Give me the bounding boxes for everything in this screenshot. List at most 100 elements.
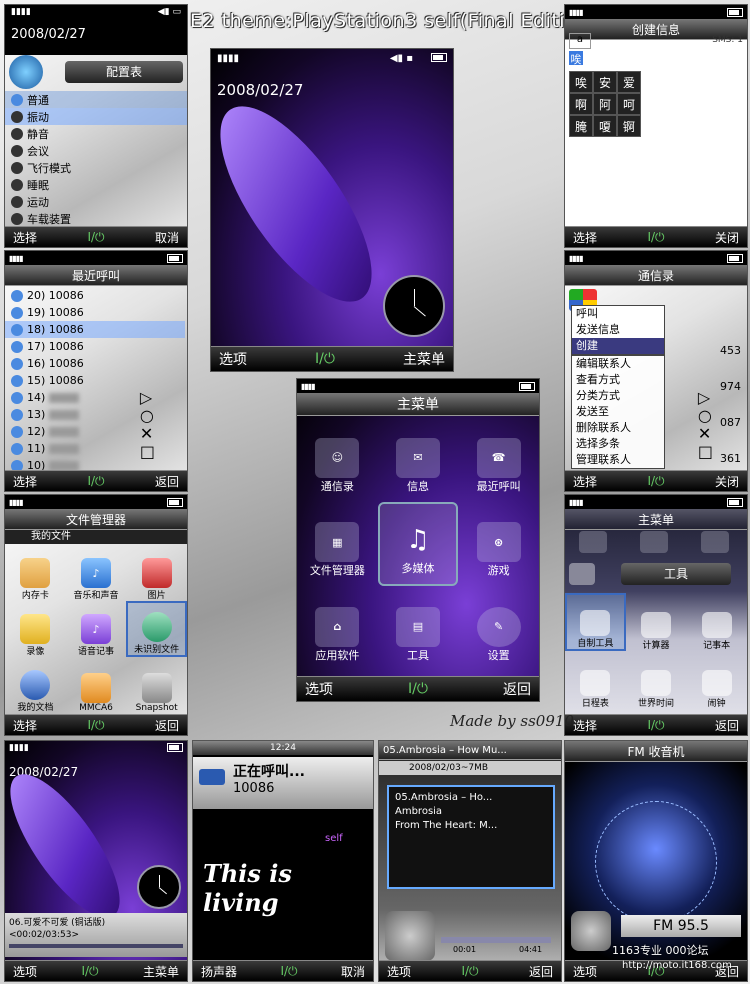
tool-item[interactable]: 日程表 (565, 651, 626, 709)
menu-item[interactable]: 删除联系人 (572, 420, 664, 436)
call-row[interactable]: 17) 10086 (5, 338, 185, 355)
call-row[interactable]: 16) 10086 (5, 355, 185, 372)
playback-progress[interactable] (441, 937, 551, 943)
call-row[interactable]: 12) (5, 423, 185, 440)
back-softkey[interactable]: 返回 (155, 717, 179, 734)
call-row[interactable]: 14) (5, 389, 185, 406)
options-softkey[interactable]: 选项 (219, 349, 247, 369)
menu-item-recent-calls[interactable]: ☎ 最近呼叫 (458, 417, 539, 502)
menu-item-apps[interactable]: ⌂ 应用软件 (297, 586, 378, 671)
menu-item-multimedia[interactable]: ♫ 多媒体 (377, 501, 459, 587)
select-softkey[interactable]: 选择 (13, 229, 37, 246)
tool-item[interactable]: 自制工具 (565, 593, 626, 651)
profile-item[interactable]: 会议 (5, 142, 187, 159)
candidate-key[interactable]: 呵 (617, 93, 641, 115)
menu-item[interactable]: 编辑联系人 (572, 356, 664, 372)
profile-item[interactable]: 睡眠 (5, 176, 187, 193)
options-softkey[interactable]: 选项 (13, 963, 37, 980)
file-item[interactable]: 图片 (126, 545, 187, 601)
tool-item[interactable]: 计算器 (626, 593, 687, 651)
candidate-key[interactable]: 爱 (617, 71, 641, 93)
center-softkey[interactable]: I/⏻ (81, 964, 98, 979)
back-softkey[interactable]: 返回 (715, 717, 739, 734)
dpad-icon[interactable] (571, 911, 611, 951)
options-softkey[interactable]: 选项 (573, 963, 597, 980)
profile-item[interactable]: 飞行模式 (5, 159, 187, 176)
call-row[interactable]: 19) 10086 (5, 304, 185, 321)
menu-item[interactable]: 发送至 (572, 404, 664, 420)
back-softkey[interactable]: 返回 (155, 473, 179, 490)
dpad-icon[interactable] (385, 911, 435, 961)
menu-item[interactable]: 分类方式 (572, 388, 664, 404)
close-softkey[interactable]: 关闭 (715, 229, 739, 246)
candidate-key[interactable]: 唉 (569, 71, 593, 93)
candidate-key[interactable]: 嗄 (593, 115, 617, 137)
file-item[interactable]: MMCA6 (66, 657, 127, 713)
options-softkey[interactable]: 选项 (387, 963, 411, 980)
candidate-key[interactable]: 啊 (569, 93, 593, 115)
center-softkey[interactable]: I/⏻ (408, 681, 428, 697)
candidate-key[interactable]: 腌 (569, 115, 593, 137)
center-softkey[interactable]: I/⏻ (647, 474, 664, 489)
menu-item-tools[interactable]: ▤ 工具 (378, 586, 459, 671)
candidate-key[interactable]: 阿 (593, 93, 617, 115)
center-softkey[interactable]: I/⏻ (87, 230, 104, 245)
main-menu-softkey[interactable]: 主菜单 (143, 963, 179, 980)
menu-item[interactable]: 查看方式 (572, 372, 664, 388)
center-softkey[interactable]: I/⏻ (280, 964, 297, 979)
center-softkey[interactable]: I/⏻ (315, 351, 335, 367)
main-menu-softkey[interactable]: 主菜单 (403, 349, 445, 369)
profile-item[interactable]: 普通 (5, 91, 187, 108)
center-softkey[interactable]: I/⏻ (647, 718, 664, 733)
select-softkey[interactable]: 选择 (13, 473, 37, 490)
file-item[interactable]: 我的文档 (5, 657, 66, 713)
menu-item-games[interactable]: ⊛ 游戏 (458, 502, 539, 587)
center-softkey[interactable]: I/⏻ (647, 230, 664, 245)
menu-item[interactable]: 发送信息 (572, 322, 664, 338)
menu-item[interactable]: 管理联系人 (572, 452, 664, 468)
call-row[interactable]: 13) (5, 406, 185, 423)
menu-item-contacts[interactable]: ☺ 通信录 (297, 417, 378, 502)
call-row[interactable]: 18) 10086 (5, 321, 185, 338)
call-row[interactable]: 20) 10086 (5, 287, 185, 304)
file-item[interactable]: ♪ 语音记事 (66, 601, 127, 657)
center-softkey[interactable]: I/⏻ (461, 964, 478, 979)
cancel-softkey[interactable]: 取消 (155, 229, 179, 246)
back-softkey[interactable]: 返回 (529, 963, 553, 980)
profile-item[interactable]: 振动 (5, 108, 187, 125)
select-softkey[interactable]: 选择 (13, 717, 37, 734)
file-item[interactable]: ♪ 音乐和声音 (66, 545, 127, 601)
menu-item[interactable]: 呼叫 (572, 306, 664, 322)
feather-wallpaper (5, 759, 139, 933)
select-softkey[interactable]: 选择 (573, 229, 597, 246)
center-softkey[interactable]: I/⏻ (87, 474, 104, 489)
tool-item[interactable]: 记事本 (686, 593, 747, 651)
menu-item[interactable]: 创建 (572, 338, 664, 354)
menu-item[interactable]: 选择多条 (572, 436, 664, 452)
cancel-softkey[interactable]: 取消 (341, 963, 365, 980)
options-softkey[interactable]: 选项 (305, 679, 333, 699)
call-row[interactable]: 15) 10086 (5, 372, 185, 389)
file-item[interactable]: 内存卡 (5, 545, 66, 601)
menu-item-file-manager[interactable]: ▦ 文件管理器 (297, 502, 378, 587)
profile-item[interactable]: 车载装置 (5, 210, 187, 227)
file-item[interactable]: 录像 (5, 601, 66, 657)
profile-item[interactable]: 静音 (5, 125, 187, 142)
candidate-key[interactable]: 锕 (617, 115, 641, 137)
close-softkey[interactable]: 关闭 (715, 473, 739, 490)
profile-item[interactable]: 运动 (5, 193, 187, 210)
tool-item[interactable]: 世界时间 (626, 651, 687, 709)
menu-item-settings[interactable]: ✎ 设置 (458, 586, 539, 671)
menu-item-messages[interactable]: ✉ 信息 (378, 417, 459, 502)
file-item[interactable]: Snapshot (126, 657, 187, 713)
center-softkey[interactable]: I/⏻ (87, 718, 104, 733)
music-widget[interactable]: 06.可爱不可爱 (铜话版) <00:02/03:53> (5, 913, 187, 957)
file-item[interactable]: 未识别文件 (126, 601, 187, 657)
tool-item[interactable]: 闹钟 (686, 651, 747, 709)
select-softkey[interactable]: 选择 (573, 473, 597, 490)
call-row[interactable]: 11) (5, 440, 185, 457)
candidate-key[interactable]: 安 (593, 71, 617, 93)
select-softkey[interactable]: 选择 (573, 717, 597, 734)
speaker-softkey[interactable]: 扬声器 (201, 963, 237, 980)
back-softkey[interactable]: 返回 (503, 679, 531, 699)
